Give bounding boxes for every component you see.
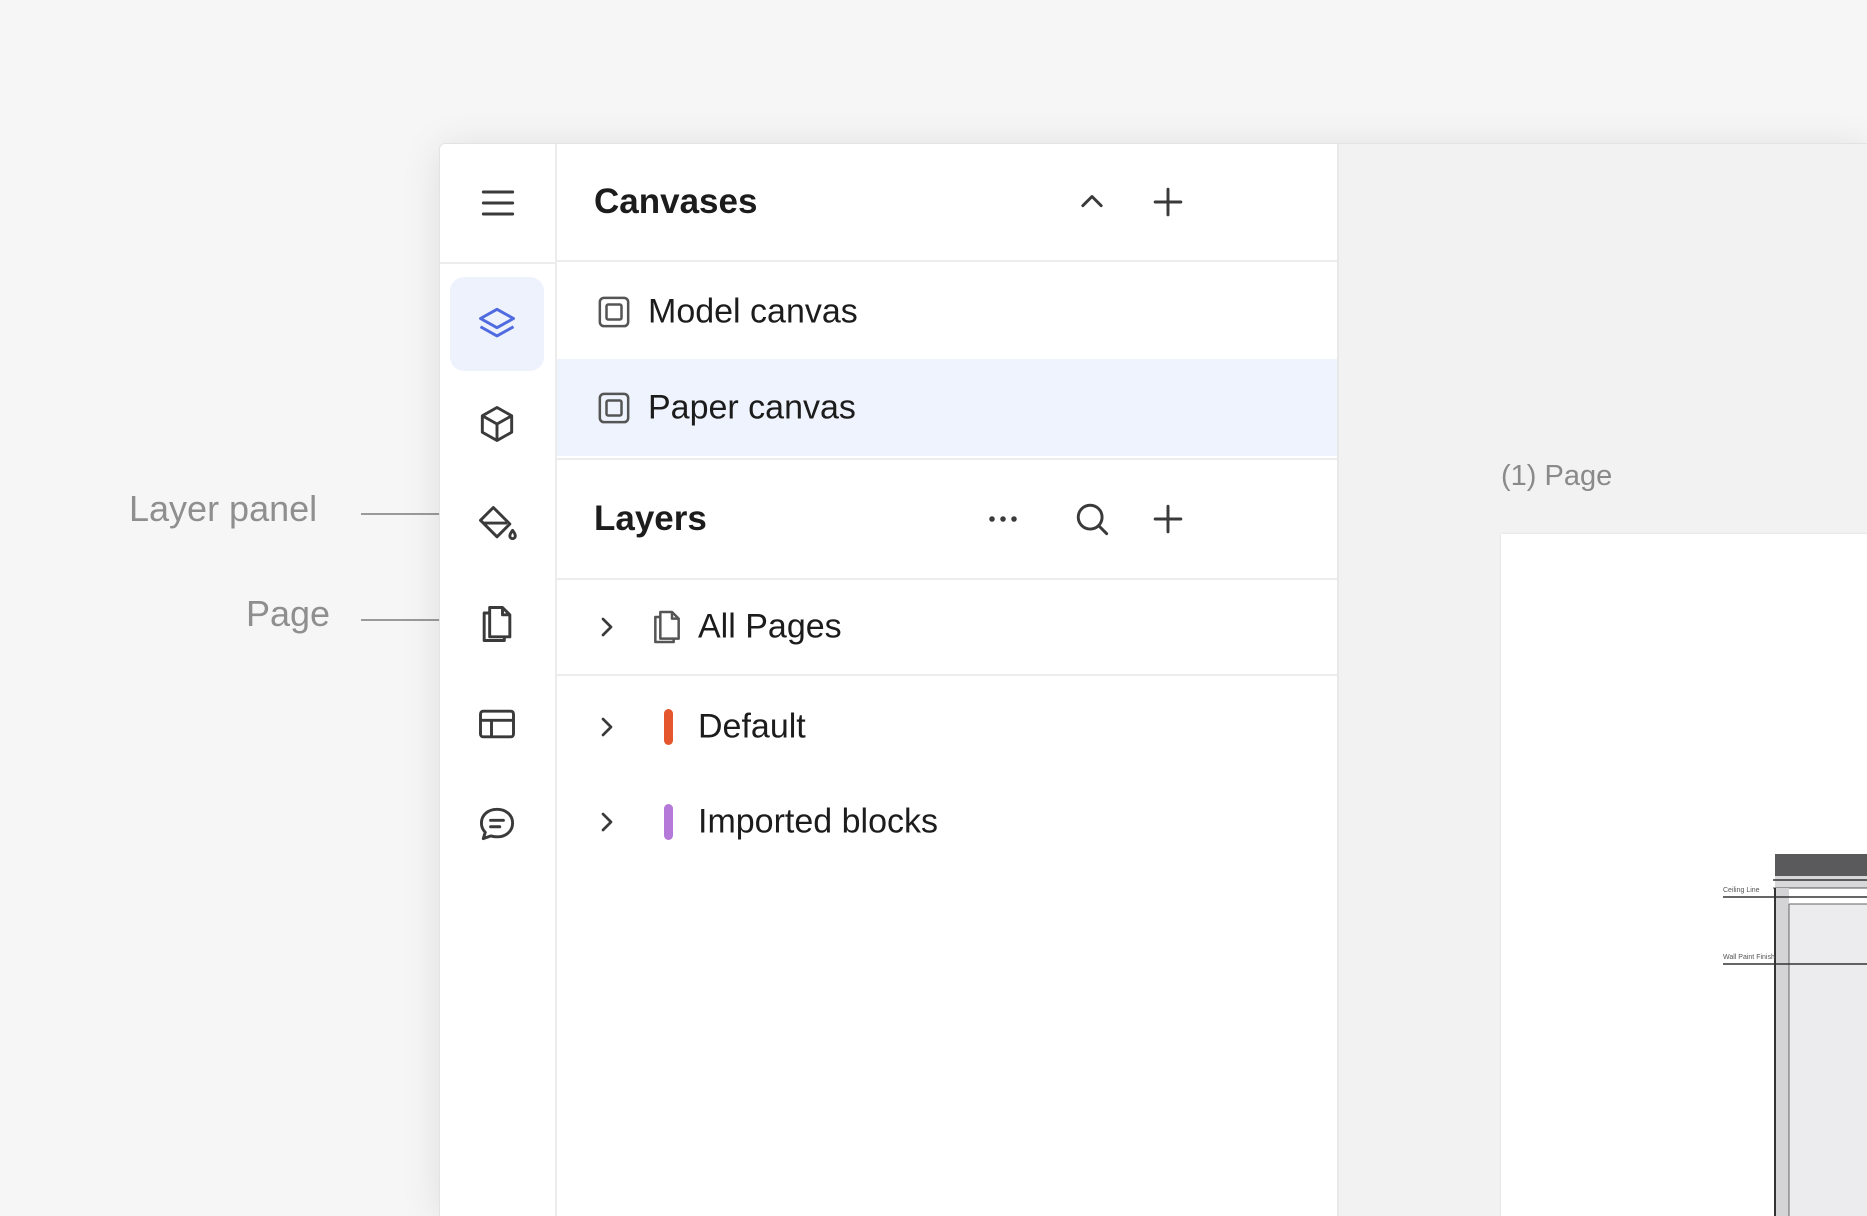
chat-icon [479, 807, 515, 841]
pages-icon [647, 607, 687, 647]
chevron-up-icon [1081, 195, 1103, 208]
elevation-drawing: Ceiling Line Wall Paint Finish [1723, 854, 1867, 1216]
layers-header: Layers [557, 458, 1337, 580]
layer-item-label: Imported blocks [698, 802, 938, 840]
chevron-right-icon[interactable] [594, 611, 620, 643]
canvas-frame-icon [594, 388, 634, 428]
rail-layers-button[interactable] [450, 277, 544, 371]
rail-comments-button[interactable] [450, 777, 544, 871]
canvas-item-model[interactable]: Model canvas [557, 264, 1337, 359]
canvases-title: Canvases [594, 182, 758, 221]
drawing-label-ceiling: Ceiling Line [1723, 887, 1760, 894]
icon-rail [440, 144, 557, 1216]
paper-page[interactable]: Ceiling Line Wall Paint Finish [1501, 534, 1867, 1216]
hamburger-menu-icon [481, 190, 514, 216]
canvas-frame-icon [594, 292, 634, 332]
annotation-layer-panel: Layer panel [129, 488, 318, 529]
layer-item-label: Default [698, 707, 806, 745]
layers-more-button[interactable] [978, 494, 1028, 544]
layer-item-imported-blocks[interactable]: Imported blocks [557, 774, 1337, 869]
canvas-item-label: Model canvas [648, 292, 858, 330]
collapse-canvases-button[interactable] [1067, 177, 1117, 227]
rail-models-button[interactable] [450, 377, 544, 471]
layer-item-default[interactable]: Default [557, 679, 1337, 774]
drawing-label-wall: Wall Paint Finish [1723, 954, 1775, 961]
rail-styles-button[interactable] [450, 477, 544, 571]
plus-icon [1153, 187, 1183, 217]
layer-item-all-pages[interactable]: All Pages [557, 580, 1337, 676]
layers-icon [479, 307, 515, 338]
layer-item-label: All Pages [698, 607, 842, 646]
menu-button[interactable] [440, 144, 555, 264]
more-horizontal-icon [989, 516, 1017, 522]
paint-bucket-icon [479, 506, 517, 541]
pages-icon [482, 606, 512, 642]
rail-pages-button[interactable] [450, 577, 544, 671]
rail-tables-button[interactable] [450, 677, 544, 771]
annotation-page: Page [246, 593, 331, 634]
canvas-item-label: Paper canvas [648, 388, 856, 426]
add-canvas-button[interactable] [1143, 177, 1193, 227]
add-layer-button[interactable] [1143, 494, 1193, 544]
app-window: Canvases Model canvas Paper canvas Layer… [439, 143, 1867, 1216]
table-icon [479, 709, 515, 739]
canvases-header: Canvases [557, 144, 1337, 262]
plus-icon [1153, 504, 1183, 534]
canvas-item-paper[interactable]: Paper canvas [557, 359, 1337, 456]
layers-search-button[interactable] [1067, 494, 1117, 544]
cube-icon [480, 406, 514, 442]
layer-color-swatch [664, 708, 673, 745]
layers-title: Layers [594, 499, 707, 538]
page-label: (1) Page [1501, 460, 1613, 492]
chevron-right-icon[interactable] [594, 806, 620, 838]
chevron-right-icon[interactable] [594, 711, 620, 743]
canvas-area[interactable]: (1) Page Ceiling Line Wall Paint Finish [1339, 144, 1867, 1216]
side-panel: Canvases Model canvas Paper canvas Layer… [557, 144, 1339, 1216]
layer-color-swatch [664, 803, 673, 840]
search-icon [1076, 503, 1109, 536]
